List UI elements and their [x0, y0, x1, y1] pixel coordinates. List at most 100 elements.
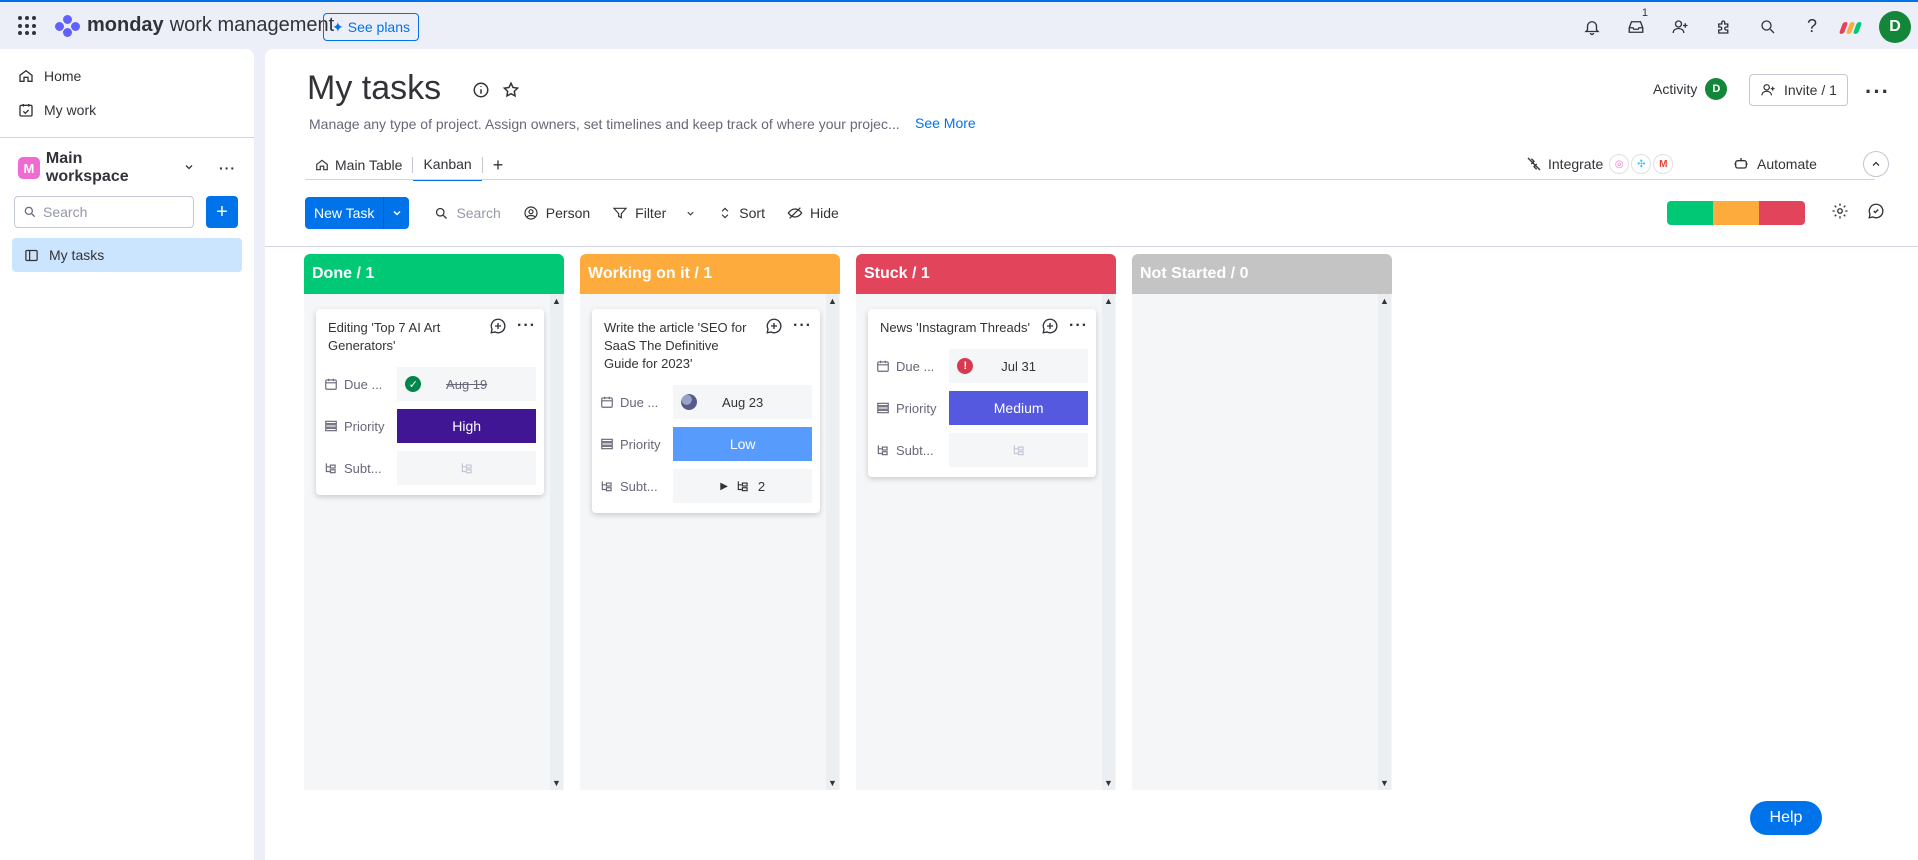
card-title[interactable]: Editing 'Top 7 AI Art Generators': [324, 319, 474, 355]
search-icon: [436, 207, 448, 219]
see-plans-button[interactable]: ✦ See plans: [323, 13, 420, 41]
inbox-icon[interactable]: 1: [1614, 2, 1658, 51]
star-icon[interactable]: [502, 81, 520, 99]
person-filter-button[interactable]: Person: [512, 197, 601, 229]
due-date-value: Jul 31: [1001, 358, 1036, 374]
column-scrollbar[interactable]: ▲ ▼: [1378, 294, 1391, 790]
activity-avatar: D: [1705, 78, 1728, 100]
column-scrollbar[interactable]: ▲ ▼: [1102, 294, 1115, 790]
help-button[interactable]: Help: [1750, 801, 1822, 835]
calendar-check-icon: [19, 104, 33, 117]
tab-kanban[interactable]: Kanban: [413, 149, 482, 181]
card-more-icon[interactable]: ···: [793, 317, 812, 335]
board-search-input[interactable]: Search: [423, 197, 511, 229]
monday-products-icon[interactable]: [1834, 2, 1872, 51]
priority-field[interactable]: High: [397, 409, 536, 443]
collapse-header-button[interactable]: [1863, 151, 1889, 177]
integrate-button[interactable]: Integrate ◎ ✣ M: [1526, 150, 1674, 178]
subtasks-field[interactable]: [949, 433, 1088, 467]
add-update-icon[interactable]: [489, 317, 507, 335]
user-avatar[interactable]: D: [1872, 2, 1918, 51]
integration-logos: ◎ ✣ M: [1609, 154, 1674, 174]
page-title[interactable]: My tasks: [307, 69, 441, 108]
eye-off-icon: [787, 207, 803, 219]
invite-button[interactable]: Invite / 1: [1749, 74, 1848, 106]
sidebar-divider: [0, 137, 254, 138]
column-scrollbar[interactable]: ▲ ▼: [550, 294, 563, 790]
title-icons: [472, 81, 520, 99]
board-search-placeholder: Search: [456, 205, 501, 221]
priority-field[interactable]: Low: [673, 427, 812, 461]
board-more-icon[interactable]: ···: [1865, 79, 1890, 105]
search-icon[interactable]: [1746, 2, 1790, 51]
column-header[interactable]: Working on it / 1: [580, 254, 840, 294]
feedback-chat-icon[interactable]: [1867, 202, 1885, 223]
settings-gear-icon[interactable]: [1831, 202, 1849, 223]
see-plans-label: See plans: [347, 19, 411, 35]
due-date-field[interactable]: Aug 23: [673, 385, 812, 419]
slack-icon: ✣: [1631, 154, 1652, 174]
notifications-bell-icon[interactable]: [1570, 2, 1614, 51]
apps-grid-icon[interactable]: [18, 16, 38, 36]
card-title[interactable]: Write the article 'SEO for SaaS The Defi…: [600, 319, 750, 373]
subtasks-field[interactable]: ▶ 2: [673, 469, 812, 503]
card-title[interactable]: News 'Instagram Threads': [876, 319, 1041, 337]
field-label-priority: Priority: [876, 401, 949, 416]
subtasks-field[interactable]: [397, 451, 536, 485]
chevron-up-icon: [1872, 161, 1880, 166]
add-board-button[interactable]: +: [206, 196, 238, 228]
column-scrollbar[interactable]: ▲ ▼: [826, 294, 839, 790]
kanban-card[interactable]: News 'Instagram Threads' ··· Due ... ! J…: [868, 309, 1096, 477]
apps-marketplace-icon[interactable]: [1702, 2, 1746, 51]
chevron-down-icon[interactable]: [183, 160, 195, 176]
kanban-card[interactable]: Editing 'Top 7 AI Art Generators' ··· Du…: [316, 309, 544, 495]
card-more-icon[interactable]: ···: [1069, 317, 1088, 335]
caret-right-icon[interactable]: ▶: [720, 481, 728, 492]
monday-logo-icon: [55, 14, 81, 37]
workspace-more-icon[interactable]: ···: [219, 160, 236, 176]
hide-button[interactable]: Hide: [776, 197, 850, 229]
add-view-button[interactable]: +: [483, 149, 514, 181]
new-task-dropdown-icon[interactable]: [383, 197, 409, 229]
new-task-button[interactable]: New Task: [305, 197, 410, 229]
progress-half-icon: [681, 394, 698, 410]
integrate-icon: [1527, 157, 1541, 171]
column-header[interactable]: Done / 1: [304, 254, 564, 294]
see-more-link[interactable]: See More: [915, 115, 976, 131]
sidebar-item-my-work[interactable]: My work: [0, 93, 254, 127]
brand-logo[interactable]: monday work management: [55, 14, 334, 37]
automate-button[interactable]: Automate: [1733, 150, 1817, 178]
column-header[interactable]: Stuck / 1: [856, 254, 1116, 294]
filter-button[interactable]: Filter: [601, 197, 707, 229]
sidebar-item-home[interactable]: Home: [0, 59, 254, 93]
sidebar-search-input[interactable]: Search: [14, 196, 194, 228]
add-update-icon[interactable]: [765, 317, 783, 335]
due-date-field[interactable]: ! Jul 31: [949, 349, 1088, 383]
integrate-label: Integrate: [1548, 156, 1604, 172]
kanban-card[interactable]: Write the article 'SEO for SaaS The Defi…: [592, 309, 820, 513]
home-icon: [316, 159, 328, 171]
sort-button[interactable]: Sort: [707, 197, 776, 229]
due-date-value: Aug 19: [446, 376, 488, 392]
column-header[interactable]: Not Started / 0: [1132, 254, 1392, 294]
add-person-icon: [1761, 84, 1775, 96]
field-label-subtasks: Subt...: [324, 461, 397, 476]
invite-members-icon[interactable]: [1658, 2, 1702, 51]
sidebar-board-my-tasks[interactable]: My tasks: [12, 238, 242, 272]
priority-field[interactable]: Medium: [949, 391, 1088, 425]
workspace-selector[interactable]: M Main workspace ···: [0, 148, 254, 188]
activity-button[interactable]: Activity D: [1653, 78, 1728, 100]
help-question-icon[interactable]: ?: [1790, 2, 1834, 51]
tab-main-table[interactable]: Main Table: [305, 149, 412, 181]
home-icon: [19, 69, 33, 82]
status-color-bar[interactable]: [1667, 201, 1805, 225]
chevron-down-icon[interactable]: [685, 208, 696, 219]
due-date-field[interactable]: ✓ Aug 19: [397, 367, 536, 401]
person-label: Person: [545, 205, 591, 221]
tab-main-table-label: Main Table: [335, 157, 403, 173]
field-label-priority: Priority: [600, 437, 673, 452]
color-bar-working: [1713, 201, 1759, 225]
info-icon[interactable]: [472, 81, 490, 99]
add-update-icon[interactable]: [1041, 317, 1059, 335]
card-more-icon[interactable]: ···: [517, 317, 536, 335]
